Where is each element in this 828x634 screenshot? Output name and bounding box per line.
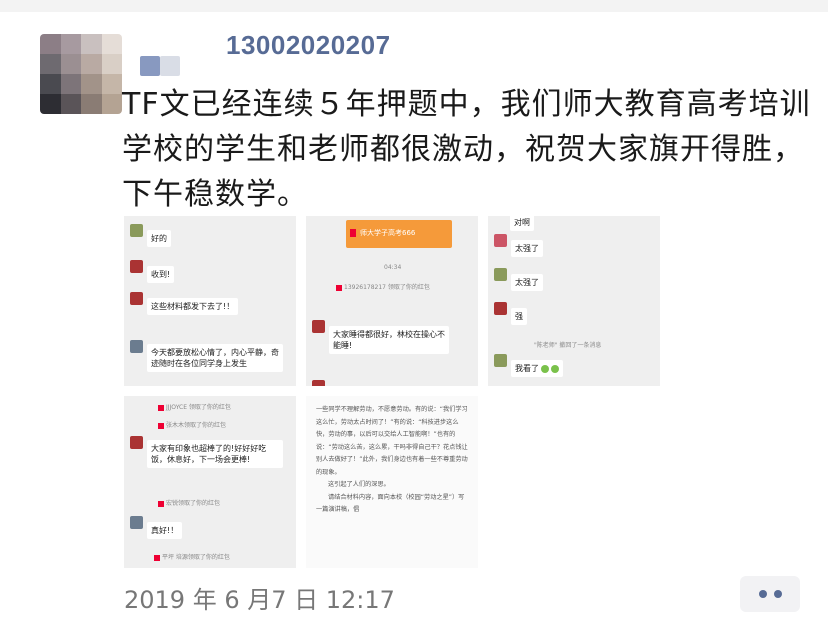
chat-avatar	[494, 234, 507, 247]
chat-avatar	[130, 340, 143, 353]
chat-avatar	[130, 436, 143, 449]
essay-paragraph: 这引起了人们的深思。	[328, 481, 390, 488]
red-packet-icon	[158, 422, 164, 429]
red-packet-icon	[158, 500, 164, 507]
chat-message: 今天都要放松心情了，内心平静，奇迹随时在各位同学身上发生	[147, 344, 283, 372]
system-notice: 平坪 培源领取了你的红包	[154, 552, 230, 561]
chat-time: 04:34	[384, 264, 402, 271]
essay-paragraph: 请结合材料内容，面向本校（校园“劳动之星”）写一篇演讲稿，倡	[316, 493, 465, 514]
image-thumbnail-3[interactable]: 对啊 太强了 太强了 强 "陈老师" 撤回了一条消息 我看了	[488, 216, 660, 386]
avatar-blur-block-light	[160, 56, 180, 76]
avatar-blur-block	[140, 56, 160, 76]
chat-message: 太强了	[511, 240, 543, 257]
red-packet-icon	[154, 554, 160, 561]
dot-icon	[773, 590, 782, 598]
system-notice: 张木木领取了你的红包	[158, 420, 226, 429]
chat-avatar	[494, 302, 507, 315]
essay-paragraph: 一些同学不理解劳动，不愿意劳动。有的说：“我们学习这么忙，劳动太占时间了！”有的…	[316, 406, 468, 476]
image-thumbnail-2[interactable]: 师大学子高考666 04:34 13926178217 领取了你的红包 大家睡得…	[306, 216, 478, 386]
chat-avatar	[130, 224, 143, 237]
emoji-icon	[541, 364, 549, 373]
chat-message: 对啊	[510, 216, 534, 231]
essay-text: 一些同学不理解劳动，不愿意劳动。有的说：“我们学习这么忙，劳动太占时间了！”有的…	[316, 404, 470, 517]
more-actions-button[interactable]	[740, 576, 800, 612]
system-notice: 宏锐领取了你的红包	[158, 498, 220, 507]
chat-avatar	[312, 380, 325, 386]
chat-avatar	[130, 292, 143, 305]
red-packet-card: 师大学子高考666	[346, 220, 452, 248]
post-text: TF文已经连续５年押题中，我们师大教育高考培训学校的学生和老师都很激动，祝贺大家…	[122, 87, 811, 212]
emoji-icon	[551, 364, 559, 373]
avatar[interactable]	[40, 34, 122, 114]
red-packet-title: 师大学子高考666	[360, 229, 416, 237]
image-thumbnail-4[interactable]: JJJOYCE 领取了你的红包 张木木领取了你的红包 大家有印象也超棒了的!好好…	[124, 396, 296, 568]
chat-avatar	[312, 320, 325, 333]
chat-message: 大家有印象也超棒了的!好好好吃饭，休息好，下一场会更棒!	[147, 440, 283, 468]
image-thumbnail-1[interactable]: 好的 收到! 这些材料都发下去了!！ 今天都要放松心情了，内心平静，奇迹随时在各…	[124, 216, 296, 386]
chat-message: 好的	[147, 230, 171, 247]
chat-avatar	[130, 260, 143, 273]
chat-message: 我看了	[511, 360, 563, 377]
red-packet-icon	[158, 404, 164, 411]
dot-icon	[758, 590, 767, 598]
system-notice: "陈老师" 撤回了一条消息	[534, 342, 602, 349]
red-packet-icon	[350, 229, 356, 237]
system-notice: 13926178217 领取了你的红包	[336, 282, 430, 291]
image-thumbnail-5[interactable]: 一些同学不理解劳动，不愿意劳动。有的说：“我们学习这么忙，劳动太占时间了！”有的…	[306, 396, 478, 568]
chat-message: 太强了	[511, 274, 543, 291]
top-bar	[0, 0, 828, 12]
chat-avatar	[494, 268, 507, 281]
chat-message: 这些材料都发下去了!！	[147, 298, 239, 315]
chat-message: 收到!	[147, 266, 175, 283]
chat-message: 强	[511, 308, 527, 325]
author-name[interactable]: 13002020207	[226, 30, 391, 61]
red-packet-icon	[336, 284, 342, 291]
chat-message: 大家睡得都很好，林校在操心不能睡!	[329, 326, 449, 354]
system-notice: JJJOYCE 领取了你的红包	[158, 402, 231, 411]
chat-message: 真好!！	[147, 522, 183, 539]
chat-avatar	[494, 354, 507, 367]
chat-avatar	[130, 516, 143, 529]
post-timestamp: 2019 年 6 月7 日 12:17	[124, 586, 395, 614]
